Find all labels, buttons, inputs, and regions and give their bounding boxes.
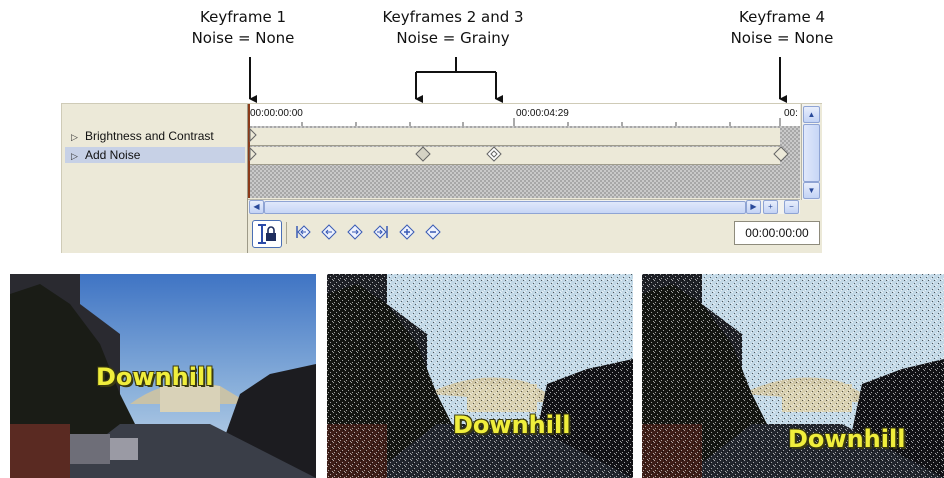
preview-frame-1: Downhill	[10, 274, 316, 478]
scroll-right-button[interactable]: ▶	[746, 200, 761, 214]
track-add-noise[interactable]: ▷ Add Noise	[65, 147, 245, 163]
callout-arrows	[249, 57, 787, 103]
video-title-overlay: Downhill	[453, 411, 571, 439]
track-label: Add Noise	[85, 148, 141, 162]
horizontal-scrollbar[interactable]: ◀ ▶ + −	[248, 199, 800, 214]
lock-sync-icon	[258, 224, 276, 244]
video-title-overlay: Downhill	[96, 363, 214, 391]
track-brightness-contrast[interactable]: ▷ Brightness and Contrast	[65, 128, 245, 144]
expand-triangle-icon[interactable]: ▷	[71, 148, 85, 164]
vertical-scroll-thumb[interactable]	[803, 124, 820, 182]
timeline-marks	[248, 104, 789, 198]
zoom-in-button[interactable]: +	[763, 200, 778, 214]
add-keyframe-icon[interactable]	[398, 223, 416, 241]
track-label: Brightness and Contrast	[85, 129, 214, 143]
last-keyframe-icon[interactable]	[372, 223, 390, 241]
scroll-down-button[interactable]: ▼	[803, 182, 820, 199]
horizontal-scroll-thumb[interactable]	[264, 201, 746, 214]
zoom-out-button[interactable]: −	[784, 200, 799, 214]
street-scene-grainy-image	[327, 274, 633, 478]
current-time-display[interactable]: 00:00:00:00	[734, 221, 820, 245]
keyframe-4[interactable]	[773, 146, 789, 162]
keyframe-toolbar: 00:00:00:00	[248, 216, 820, 252]
scroll-left-button[interactable]: ◀	[249, 200, 264, 214]
video-title-overlay: Downhill	[788, 425, 906, 453]
sync-cursor-button[interactable]	[252, 220, 282, 248]
keyframe-timeline-panel: ▷ Brightness and Contrast ▷ Add Noise 00:0…	[61, 103, 822, 253]
vertical-scrollbar[interactable]: ▲ ▼	[801, 104, 820, 200]
first-keyframe-icon[interactable]	[294, 223, 312, 241]
track-list: ▷ Brightness and Contrast ▷ Add Noise	[62, 104, 248, 253]
keyframe-marker-bc-start[interactable]	[249, 127, 257, 143]
toolbar-separator	[286, 222, 287, 244]
scroll-up-button[interactable]: ▲	[803, 106, 820, 123]
keyframe-2[interactable]	[415, 146, 431, 162]
expand-triangle-icon[interactable]: ▷	[71, 129, 85, 145]
next-keyframe-icon[interactable]	[346, 223, 364, 241]
keyframe-3[interactable]	[486, 146, 502, 162]
preview-frame-2: Downhill	[327, 274, 633, 478]
preview-frame-3: Downhill	[642, 274, 944, 478]
prev-keyframe-icon[interactable]	[320, 223, 338, 241]
keyframe-1[interactable]	[249, 146, 257, 162]
delete-keyframe-icon[interactable]	[424, 223, 442, 241]
